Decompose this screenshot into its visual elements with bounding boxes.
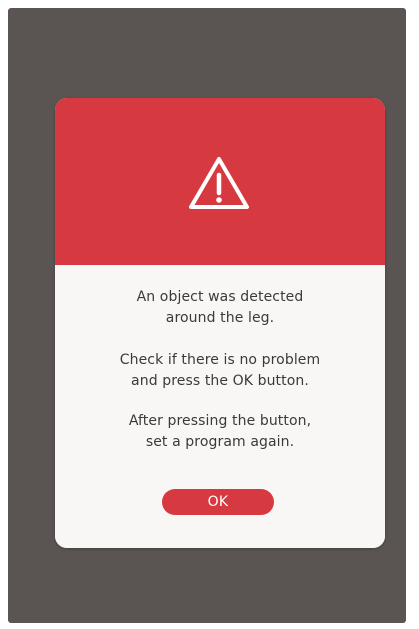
alert-dialog: An object was detected around the leg. C…	[55, 98, 385, 548]
message-line: An object was detected	[136, 289, 304, 305]
message-line: set a program again.	[145, 434, 295, 450]
ok-button[interactable]: OK	[162, 489, 274, 515]
message-paragraph-check: Check if there is no problem and press t…	[55, 350, 385, 392]
warning-triangle-icon	[189, 157, 249, 209]
device-screen: An object was detected around the leg. C…	[8, 8, 406, 623]
device-frame: An object was detected around the leg. C…	[0, 0, 419, 629]
message-line: around the leg.	[165, 310, 275, 326]
message-line: and press the OK button.	[131, 373, 309, 389]
message-paragraph-detected: An object was detected around the leg.	[55, 287, 385, 329]
message-paragraph-after: After pressing the button, set a program…	[55, 411, 385, 453]
dialog-header	[55, 98, 385, 265]
message-line: After pressing the button,	[128, 413, 312, 429]
message-line: Check if there is no problem	[119, 352, 321, 368]
dialog-body: An object was detected around the leg. C…	[55, 265, 385, 548]
